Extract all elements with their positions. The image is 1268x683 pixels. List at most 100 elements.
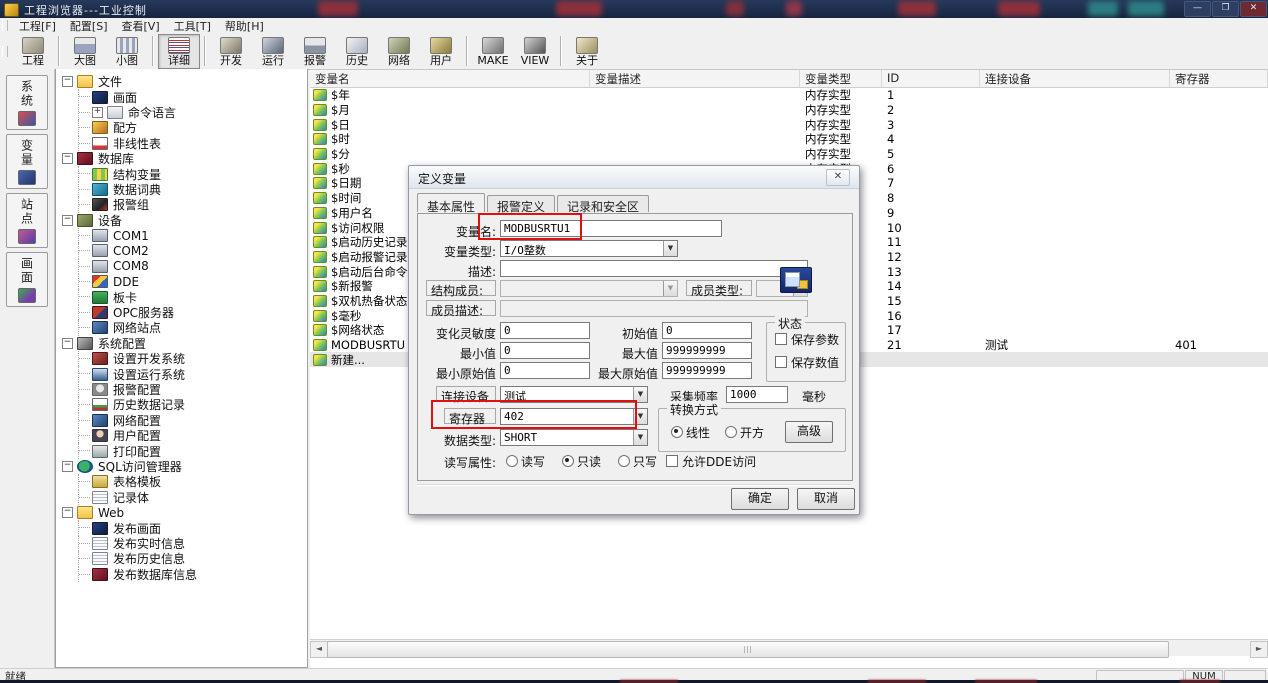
struct-member-select[interactable]: ▼	[500, 280, 678, 297]
toolbar-grip[interactable]	[2, 20, 8, 31]
toolbar-button-details[interactable]: 详细	[158, 34, 200, 69]
tree-item-publish-realtime[interactable]: 发布实时信息	[56, 536, 307, 551]
toolbar-button-alarm[interactable]: 报警	[294, 34, 336, 69]
read-write-radio[interactable]	[506, 455, 518, 467]
tree-item-com1[interactable]: COM1	[56, 228, 307, 243]
tree-item-alarm-group[interactable]: 报警组	[56, 197, 307, 212]
toolbar-button-project[interactable]: 工程	[12, 34, 54, 69]
toolbar-button-small-icons[interactable]: 小图	[106, 34, 148, 69]
expander-minus-icon[interactable]: −	[62, 76, 73, 87]
maximize-button[interactable]: ❐	[1212, 1, 1239, 17]
dialog-close-icon[interactable]: ✕	[826, 169, 850, 186]
tree-item-dev-system-config[interactable]: 设置开发系统	[56, 351, 307, 366]
chevron-down-icon[interactable]: ▼	[633, 387, 647, 402]
tree-item-history-record[interactable]: 历史数据记录	[56, 397, 307, 412]
side-tab-stations[interactable]: 站点	[6, 193, 48, 248]
tree-item-sql-manager[interactable]: −SQL访问管理器	[56, 459, 307, 474]
max-raw-input[interactable]	[662, 362, 752, 379]
tree-item-network-config[interactable]: 网络配置	[56, 413, 307, 428]
cancel-button[interactable]: 取消	[797, 488, 855, 510]
toolbar-button-make[interactable]: MAKE	[472, 34, 514, 69]
tree-item-web[interactable]: −Web	[56, 505, 307, 520]
tree-item-dde[interactable]: DDE	[56, 274, 307, 289]
device-label[interactable]: 连接设备	[436, 386, 496, 402]
expander-minus-icon[interactable]: −	[62, 338, 73, 349]
expander-minus-icon[interactable]: −	[62, 507, 73, 518]
tree-item-publish-screen[interactable]: 发布画面	[56, 520, 307, 535]
write-only-radio[interactable]	[618, 455, 630, 467]
expander-minus-icon[interactable]: −	[62, 215, 73, 226]
column-header[interactable]: 寄存器	[1170, 70, 1268, 87]
chevron-down-icon[interactable]: ▼	[633, 430, 647, 445]
expander-minus-icon[interactable]: −	[62, 461, 73, 472]
tree-item-table-template[interactable]: 表格模板	[56, 474, 307, 489]
toolbar-button-develop[interactable]: 开发	[210, 34, 252, 69]
table-row[interactable]: $时内存实型4	[310, 132, 1268, 147]
min-raw-input[interactable]	[500, 362, 590, 379]
save-value-checkbox[interactable]	[775, 356, 787, 368]
tree-item-file[interactable]: −文件	[56, 74, 307, 89]
side-tab-variables[interactable]: 变量	[6, 134, 48, 189]
toolbar-button-user[interactable]: 用户	[420, 34, 462, 69]
max-input[interactable]	[662, 342, 752, 359]
tree-item-record-body[interactable]: 记录体	[56, 490, 307, 505]
menu-tools[interactable]: 工具[T]	[167, 18, 218, 34]
toolbar-button-run[interactable]: 运行	[252, 34, 294, 69]
tree-item-nonlinear-table[interactable]: 非线性表	[56, 136, 307, 151]
sqrt-radio[interactable]	[725, 426, 737, 438]
table-row[interactable]: $年内存实型1	[310, 88, 1268, 103]
var-name-input[interactable]	[500, 220, 722, 237]
menu-help[interactable]: 帮助[H]	[218, 18, 271, 34]
scroll-right-icon[interactable]: ►	[1250, 641, 1268, 658]
toolbar-grip[interactable]	[2, 46, 8, 57]
menu-view[interactable]: 查看[V]	[115, 18, 167, 34]
tree-item-command-language[interactable]: +命令语言	[56, 105, 307, 120]
toolbar-button-view[interactable]: VIEW	[514, 34, 556, 69]
register-label[interactable]: 寄存器	[444, 408, 496, 424]
tree-item-device[interactable]: −设备	[56, 213, 307, 228]
tree-item-com2[interactable]: COM2	[56, 243, 307, 258]
device-select[interactable]: 测试▼	[500, 386, 648, 403]
tree-item-print-config[interactable]: 打印配置	[56, 443, 307, 458]
tree-item-screens[interactable]: 画面	[56, 89, 307, 104]
advanced-button[interactable]: 高级	[785, 421, 833, 443]
dialog-title-bar[interactable]: 定义变量 ✕	[409, 166, 859, 189]
menu-project[interactable]: 工程[F]	[12, 18, 63, 34]
column-header[interactable]: 变量描述	[590, 70, 800, 87]
minimize-button[interactable]: —	[1184, 1, 1211, 17]
chevron-down-icon[interactable]: ▼	[633, 409, 647, 424]
scrollbar-thumb[interactable]	[327, 641, 1169, 658]
tree-item-com8[interactable]: COM8	[56, 259, 307, 274]
close-button[interactable]: ✕	[1240, 1, 1267, 17]
tree-item-alarm-config[interactable]: 报警配置	[56, 382, 307, 397]
column-header[interactable]: 变量类型	[800, 70, 882, 87]
expander-minus-icon[interactable]: −	[62, 153, 73, 164]
sensitivity-input[interactable]	[500, 322, 590, 339]
side-tab-system[interactable]: 系统	[6, 75, 48, 130]
var-type-select[interactable]: I/O整数▼	[500, 240, 678, 257]
min-input[interactable]	[500, 342, 590, 359]
tree-item-database[interactable]: −数据库	[56, 151, 307, 166]
column-header[interactable]: ID	[882, 70, 980, 87]
read-only-radio[interactable]	[562, 455, 574, 467]
register-select[interactable]: 402▼	[500, 408, 648, 425]
tree-item-system-config[interactable]: −系统配置	[56, 336, 307, 351]
tree-item-publish-database[interactable]: 发布数据库信息	[56, 567, 307, 582]
tree-item-opc-server[interactable]: OPC服务器	[56, 305, 307, 320]
table-row[interactable]: $月内存实型2	[310, 103, 1268, 118]
save-param-checkbox[interactable]	[775, 333, 787, 345]
scroll-left-icon[interactable]: ◄	[310, 641, 328, 658]
bitmap-icon[interactable]	[780, 267, 812, 293]
side-tab-screens[interactable]: 画面	[6, 252, 48, 307]
toolbar-button-history[interactable]: 历史	[336, 34, 378, 69]
table-row[interactable]: $分内存实型5	[310, 147, 1268, 162]
toolbar-button-large-icons[interactable]: 大图	[64, 34, 106, 69]
dialog-tab-1[interactable]: 基本属性	[417, 193, 485, 212]
init-value-input[interactable]	[662, 322, 752, 339]
column-header[interactable]: 变量名	[310, 70, 590, 87]
expander-plus-icon[interactable]: +	[92, 107, 103, 118]
tree-item-net-station[interactable]: 网络站点	[56, 320, 307, 335]
tree-item-recipe[interactable]: 配方	[56, 120, 307, 135]
tree-item-user-config[interactable]: 用户配置	[56, 428, 307, 443]
toolbar-button-network[interactable]: 网络	[378, 34, 420, 69]
